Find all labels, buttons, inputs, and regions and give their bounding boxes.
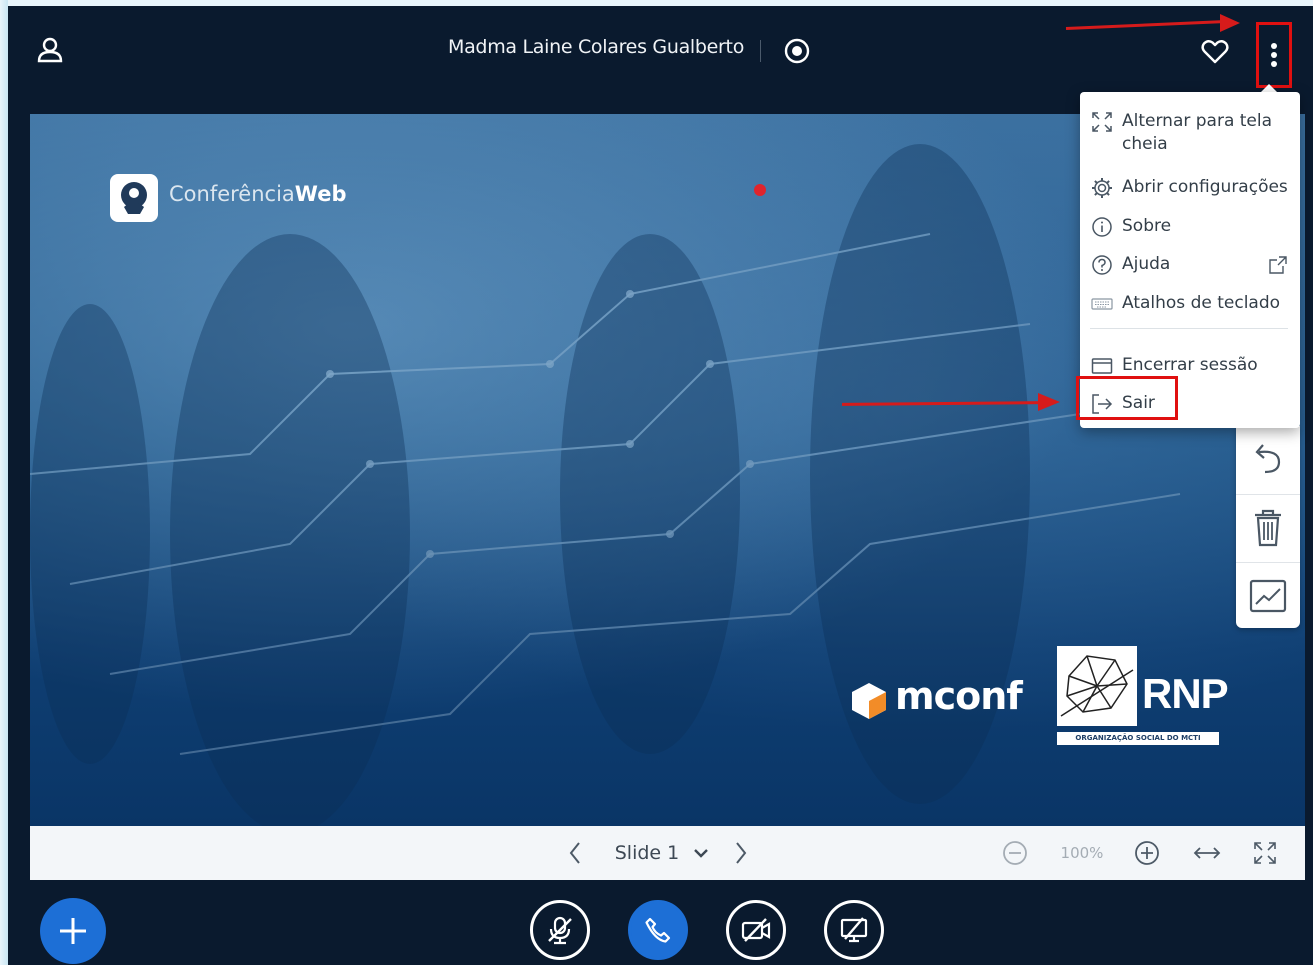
chevron-down-icon (694, 849, 709, 858)
phone-icon (645, 917, 671, 943)
menu-item-label: Encerrar sessão (1122, 355, 1258, 375)
camera-off-icon (741, 918, 771, 942)
options-menu-button[interactable] (1256, 22, 1292, 88)
more-vertical-icon (1271, 43, 1277, 67)
screen-share-off-icon (840, 917, 868, 943)
share-camera-button[interactable] (726, 900, 786, 960)
chevron-left-icon (569, 842, 580, 864)
fullscreen-presentation-button[interactable] (1248, 836, 1282, 870)
record-icon (784, 38, 810, 64)
annotation-arrowhead-sair (1038, 393, 1060, 411)
presentation-toolbar: Slide 1 100% (30, 826, 1305, 880)
menu-item-help[interactable]: Ajuda (1080, 253, 1300, 282)
conferenciaweb-wordmark: ConferênciaWeb (169, 182, 347, 206)
zoom-out-icon (1003, 841, 1027, 865)
expand-icon (1254, 842, 1276, 864)
plus-icon (60, 918, 86, 944)
menu-item-label: Abrir configurações (1122, 177, 1288, 197)
title-divider (760, 40, 761, 62)
annotation-arrowhead-top (1220, 14, 1240, 32)
mconf-wordmark: mconf (895, 674, 1023, 718)
whiteboard-toolbar (1236, 426, 1300, 628)
menu-item-label: Sobre (1122, 216, 1172, 236)
fullscreen-icon (1090, 110, 1114, 133)
previous-slide-button[interactable] (560, 836, 590, 870)
reactions-button[interactable] (1200, 36, 1230, 66)
slide-label: Slide 1 (614, 842, 680, 864)
record-button[interactable] (784, 38, 810, 64)
heart-icon (1201, 40, 1229, 64)
chart-line-icon (1249, 579, 1287, 613)
end-session-icon (1090, 354, 1114, 377)
next-slide-button[interactable] (726, 836, 756, 870)
slide-selector[interactable]: Slide 1 (612, 836, 712, 870)
trash-icon (1255, 509, 1281, 547)
user-list-button[interactable] (34, 34, 66, 66)
fit-width-icon (1193, 847, 1221, 859)
presenter-pointer (754, 184, 766, 196)
menu-item-label: Ajuda (1122, 254, 1171, 274)
annotation-tool-button[interactable] (1236, 562, 1300, 629)
conferenciaweb-logo (110, 174, 158, 222)
share-screen-button[interactable] (824, 900, 884, 960)
menu-item-label: Alternar para tela cheia (1122, 111, 1273, 154)
zoom-out-button[interactable] (998, 836, 1032, 870)
audio-phone-button[interactable] (628, 900, 688, 960)
rnp-subtitle: ORGANIZAÇÃO SOCIAL DO MCTI (1057, 732, 1219, 745)
keyboard-icon (1090, 292, 1114, 315)
annotation-highlight-sair (1076, 376, 1178, 420)
menu-item-settings[interactable]: Abrir configurações (1080, 176, 1300, 199)
undo-button[interactable] (1236, 426, 1300, 492)
left-edge (0, 0, 8, 965)
chevron-right-icon (736, 842, 747, 864)
user-icon (37, 37, 63, 63)
annotation-arrow-top (1065, 20, 1226, 30)
actions-button[interactable] (40, 898, 106, 964)
action-bar (8, 880, 1313, 965)
menu-item-about[interactable]: Sobre (1080, 215, 1300, 238)
gear-icon (1090, 176, 1114, 199)
help-icon (1090, 253, 1114, 276)
menu-item-label: Atalhos de teclado (1122, 293, 1281, 313)
rnp-wordmark: RNP (1142, 670, 1229, 717)
top-bar: Madma Laine Colares Gualberto (8, 6, 1313, 106)
menu-item-shortcuts[interactable]: Atalhos de teclado (1080, 292, 1300, 315)
zoom-in-icon (1135, 841, 1159, 865)
menu-divider (1090, 328, 1288, 329)
conference-app: Madma Laine Colares Gualberto Conferênci… (8, 6, 1313, 965)
mute-microphone-button[interactable] (530, 900, 590, 960)
fit-width-button[interactable] (1190, 836, 1224, 870)
undo-icon (1255, 444, 1281, 474)
zoom-in-button[interactable] (1130, 836, 1164, 870)
rnp-logo-mark (1057, 646, 1137, 726)
mconf-logo-icon (852, 683, 886, 719)
meeting-title: Madma Laine Colares Gualberto (448, 36, 745, 58)
info-icon (1090, 215, 1114, 238)
menu-item-fullscreen[interactable]: Alternar para tela cheia (1080, 110, 1300, 156)
clear-annotations-button[interactable] (1236, 494, 1300, 561)
zoom-level: 100% (1060, 844, 1104, 862)
microphone-off-icon (548, 916, 572, 945)
menu-item-end-session[interactable]: Encerrar sessão (1080, 354, 1300, 377)
external-link-icon (1268, 255, 1288, 282)
